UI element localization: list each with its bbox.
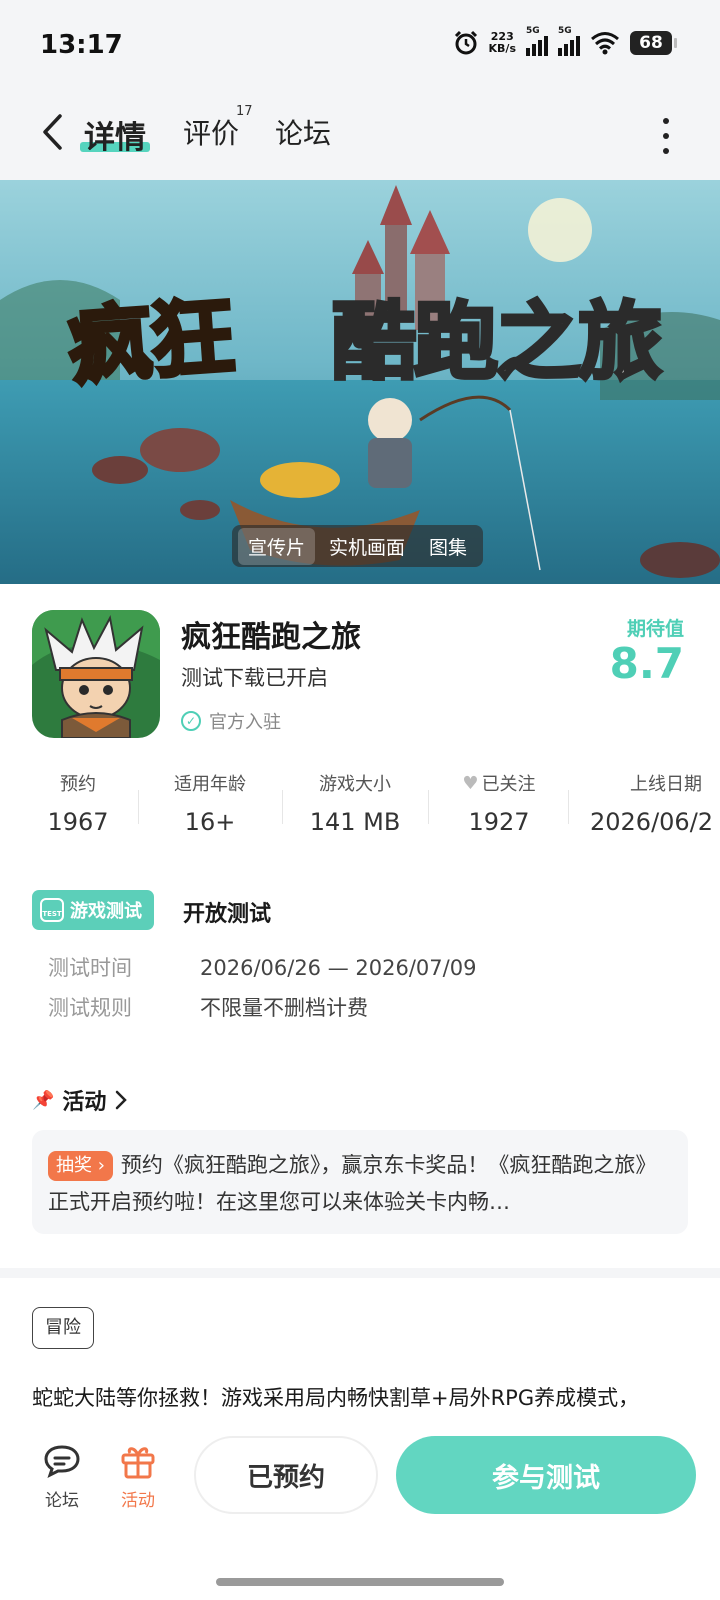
stat-release-date: 上线日期 2026/06/2 bbox=[590, 774, 714, 836]
home-indicator[interactable] bbox=[216, 1578, 504, 1586]
expectation-label: 期待值 bbox=[626, 618, 684, 640]
signal-icon-sim1: 5G bbox=[526, 26, 548, 56]
official-label: 官方入驻 bbox=[209, 712, 281, 733]
status-time: 13:17 bbox=[40, 30, 123, 60]
stat-divider bbox=[568, 790, 569, 824]
stat-divider bbox=[138, 790, 139, 824]
activity-card[interactable]: 抽奖 › 预约《疯狂酷跑之旅》，赢京东卡奖品！《疯狂酷跑之旅》正式开启预约啦！在这… bbox=[32, 1130, 688, 1234]
reserved-button[interactable]: 已预约 bbox=[194, 1436, 378, 1514]
lottery-tag: 抽奖 › bbox=[48, 1151, 113, 1181]
test-type: 开放测试 bbox=[183, 902, 272, 927]
forum-icon bbox=[42, 1442, 82, 1480]
more-dot-icon bbox=[663, 148, 669, 154]
status-icons: 223 KB/s 5G 5G 68 bbox=[453, 26, 677, 56]
bottom-forum-button[interactable]: 论坛 bbox=[32, 1442, 92, 1511]
banner-title-part2: 酷跑之旅 bbox=[330, 291, 664, 393]
test-icon: TEST bbox=[40, 898, 64, 922]
game-test-badge: TEST 游戏测试 bbox=[32, 890, 154, 930]
expectation-value: 8.7 bbox=[609, 639, 684, 688]
review-count-badge: 17 bbox=[236, 104, 253, 119]
more-dot-icon bbox=[663, 133, 669, 139]
top-nav: 详情 评价 17 论坛 bbox=[0, 90, 720, 180]
gift-icon bbox=[118, 1442, 158, 1480]
media-tabs: 宣传片 实机画面 图集 bbox=[232, 525, 484, 567]
signal-icon-sim2: 5G bbox=[558, 26, 580, 56]
status-bar: 13:17 223 KB/s 5G 5G 68 bbox=[0, 0, 720, 90]
test-rule-row: 测试规则 不限量不删档计费 bbox=[48, 996, 368, 1020]
more-dot-icon bbox=[663, 118, 669, 124]
bottom-activity-button[interactable]: 活动 bbox=[108, 1442, 168, 1511]
stat-age-rating: 适用年龄 16+ bbox=[174, 774, 246, 836]
stat-divider bbox=[282, 790, 283, 824]
activity-text: 预约《疯狂酷跑之旅》，赢京东卡奖品！《疯狂酷跑之旅》正式开启预约啦！在这里您可以… bbox=[48, 1153, 657, 1214]
game-character-icon bbox=[32, 610, 160, 738]
stat-divider bbox=[428, 790, 429, 824]
pin-icon: 📌 bbox=[32, 1089, 55, 1111]
chevron-right-icon bbox=[116, 1090, 128, 1110]
activity-title: 活动 bbox=[62, 1090, 107, 1115]
bottom-action-bar: 论坛 活动 已预约 参与测试 bbox=[0, 1420, 720, 1550]
chevron-left-icon bbox=[43, 114, 62, 150]
tab-review[interactable]: 评价 bbox=[183, 112, 239, 152]
test-info: TEST 游戏测试 开放测试 测试时间 2026/06/26 — 2026/07/… bbox=[0, 890, 720, 1040]
stats-row: 预约 1967 适用年龄 16+ 游戏大小 141 MB ♥ 已关注 1927 … bbox=[0, 770, 720, 840]
wifi-icon bbox=[591, 32, 619, 55]
section-divider bbox=[0, 1268, 720, 1278]
game-banner[interactable]: 疯狂 酷跑之旅 宣传片 实机画面 图集 bbox=[0, 180, 720, 584]
stat-game-size: 游戏大小 141 MB bbox=[309, 774, 401, 836]
game-status: 测试下载已开启 bbox=[181, 666, 328, 690]
game-app-icon bbox=[32, 610, 160, 738]
genre-tag[interactable]: 冒险 bbox=[32, 1307, 94, 1349]
back-button[interactable] bbox=[32, 108, 72, 156]
media-tab-gameplay[interactable]: 实机画面 bbox=[319, 528, 415, 565]
join-test-button[interactable]: 参与测试 bbox=[396, 1436, 696, 1514]
stat-reservations: 预约 1967 bbox=[47, 774, 109, 836]
banner-title-part1: 疯狂 bbox=[63, 285, 237, 398]
game-info: 疯狂酷跑之旅 测试下载已开启 ✓ 官方入驻 期待值 8.7 bbox=[0, 584, 720, 754]
verified-check-icon: ✓ bbox=[181, 711, 201, 731]
stat-followed[interactable]: ♥ 已关注 1927 bbox=[444, 770, 554, 837]
more-menu-button[interactable] bbox=[660, 118, 672, 154]
media-tab-trailer[interactable]: 宣传片 bbox=[238, 527, 316, 565]
expectation-score: 期待值 8.7 bbox=[610, 614, 684, 687]
official-badge: ✓ 官方入驻 bbox=[181, 708, 281, 734]
net-speed: 223 KB/s bbox=[488, 30, 516, 55]
heart-icon: ♥ bbox=[462, 772, 479, 794]
alarm-icon bbox=[454, 30, 477, 55]
tab-forum[interactable]: 论坛 bbox=[275, 112, 331, 152]
battery-icon: 68 bbox=[630, 31, 677, 55]
activity-header[interactable]: 📌 活动 bbox=[32, 1084, 128, 1116]
media-tab-gallery[interactable]: 图集 bbox=[419, 528, 477, 565]
test-time-row: 测试时间 2026/06/26 — 2026/07/09 bbox=[48, 956, 477, 980]
tab-detail[interactable]: 详情 bbox=[84, 112, 146, 157]
game-name: 疯狂酷跑之旅 bbox=[181, 620, 361, 655]
